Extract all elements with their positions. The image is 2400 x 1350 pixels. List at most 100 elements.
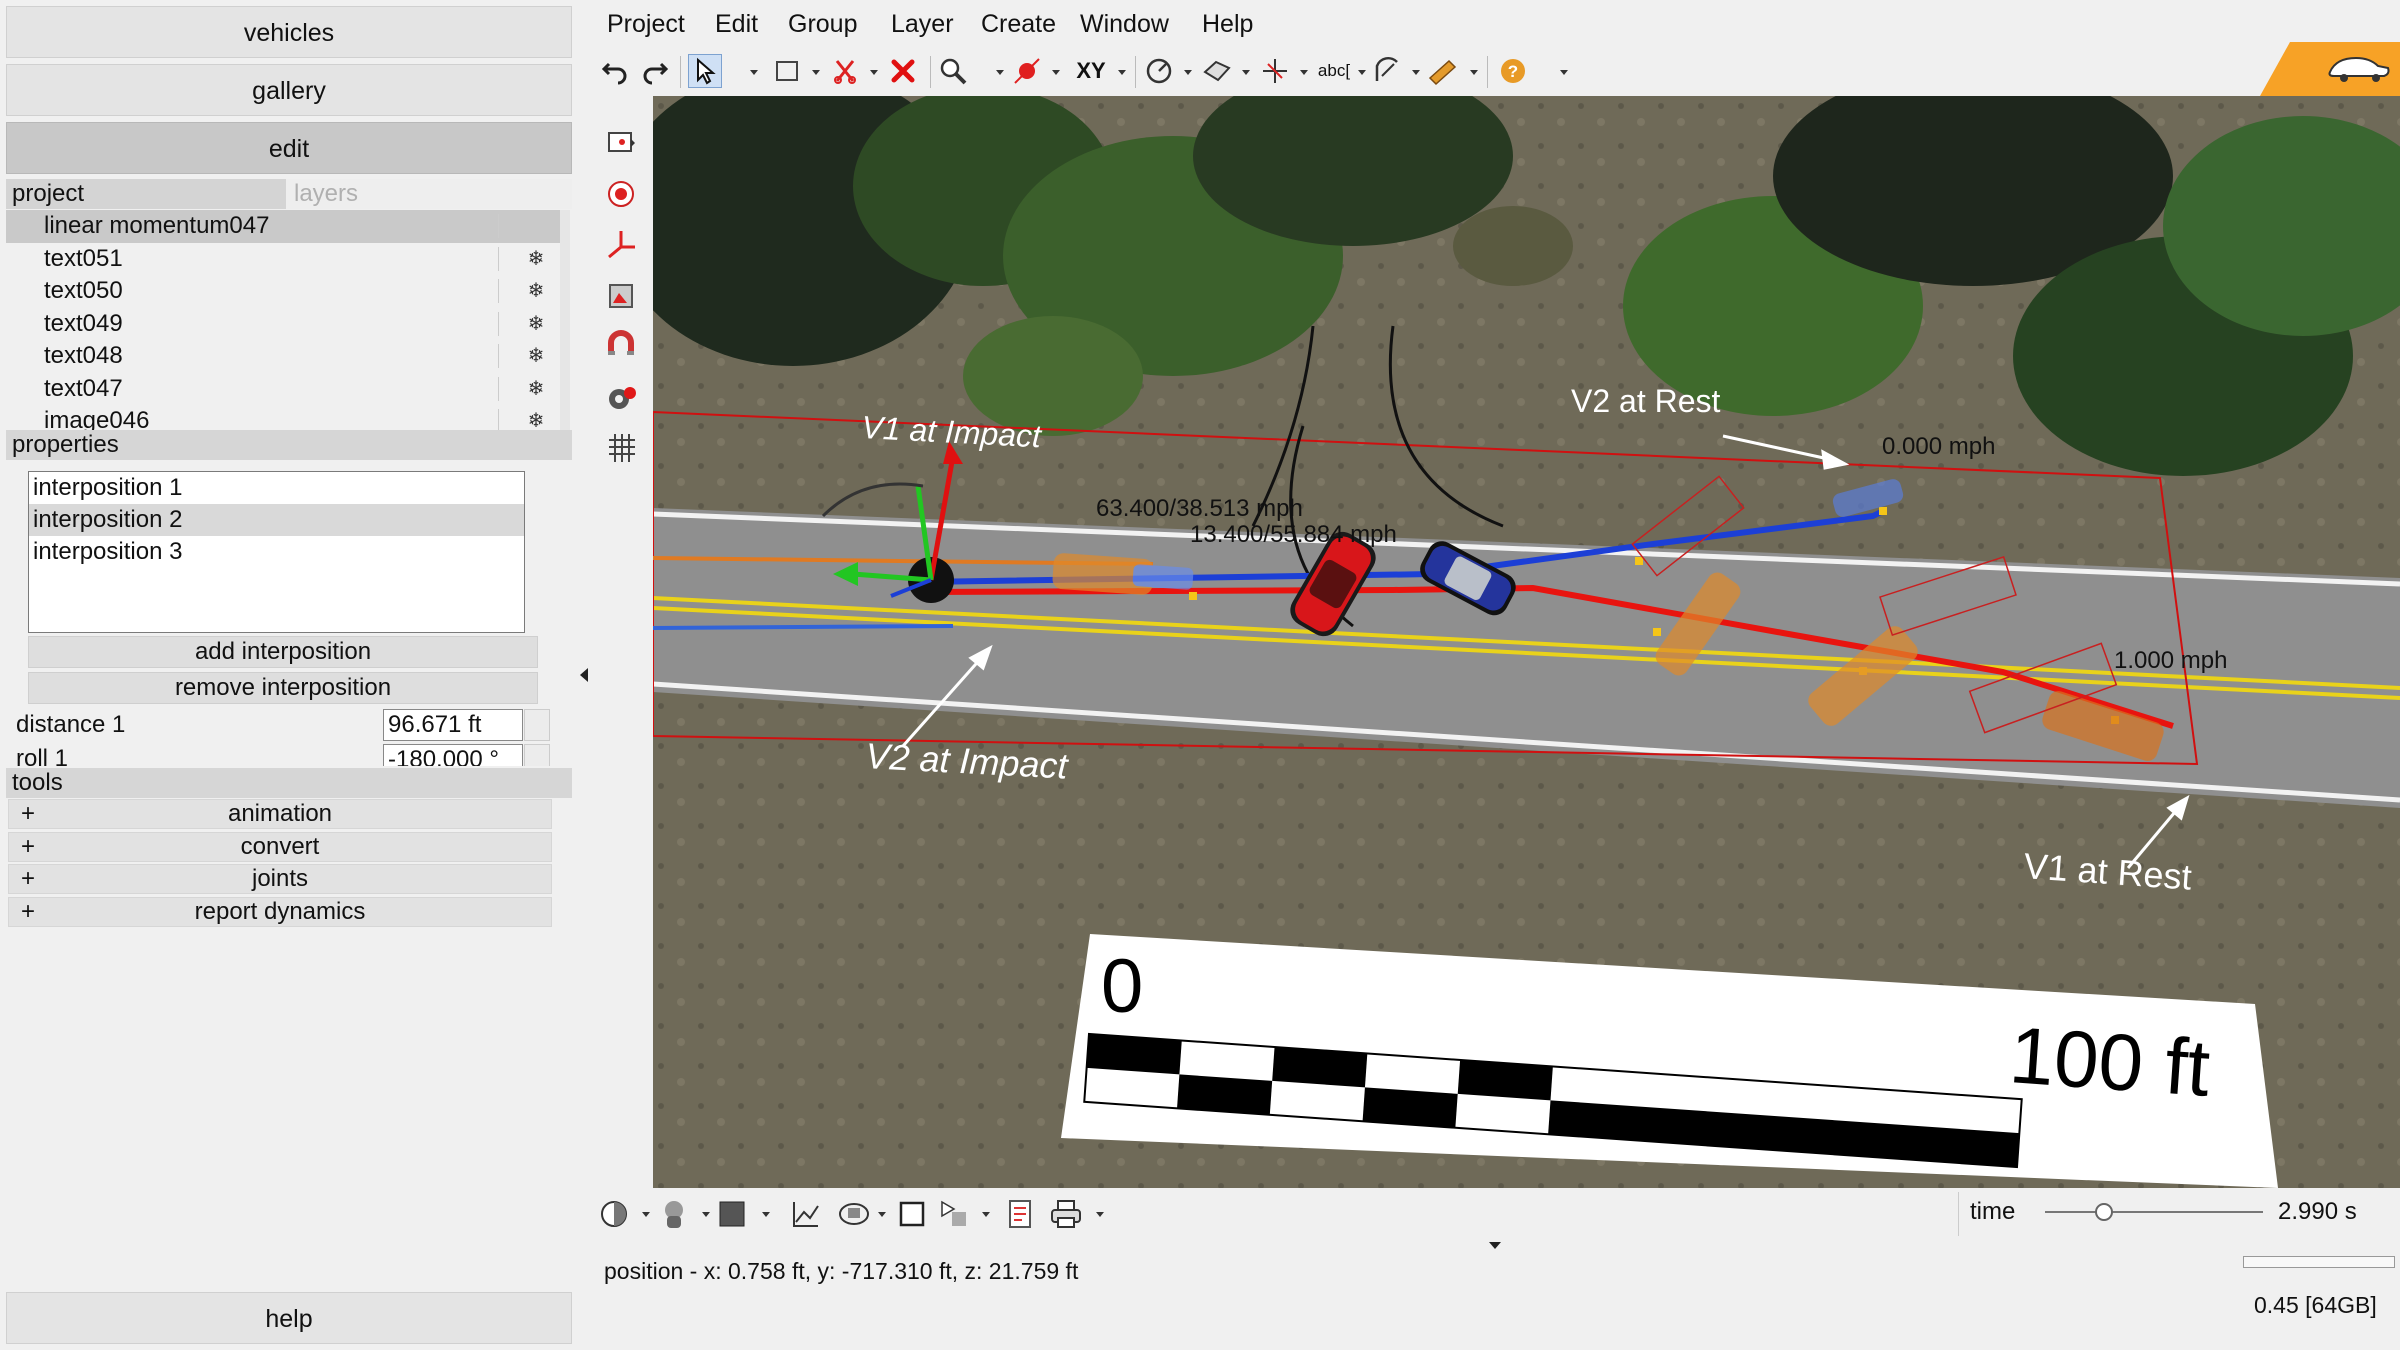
area-shape-icon[interactable]: [1200, 54, 1234, 88]
tree-item-text049[interactable]: text049 ❄: [6, 308, 566, 341]
chevron-down-icon[interactable]: [870, 70, 878, 75]
properties-header[interactable]: properties: [6, 430, 572, 460]
menu-create[interactable]: Create: [981, 10, 1056, 39]
fill-color-icon[interactable]: [714, 1196, 750, 1232]
chevron-down-icon[interactable]: [1489, 1242, 1501, 1249]
expand-icon[interactable]: +: [21, 865, 35, 893]
time-slider-thumb[interactable]: [2094, 1203, 2113, 1221]
magnet-snap-icon[interactable]: [602, 326, 642, 366]
graph-icon[interactable]: [788, 1196, 824, 1232]
chevron-down-icon[interactable]: [750, 70, 758, 75]
chevron-down-icon[interactable]: [812, 70, 820, 75]
select-pointer-icon[interactable]: [688, 54, 722, 88]
tree-item-linear-momentum047[interactable]: linear momentum047: [6, 210, 566, 243]
tree-item-text048[interactable]: text048 ❄: [6, 340, 566, 373]
expand-icon[interactable]: +: [21, 833, 35, 861]
scissors-icon[interactable]: [828, 54, 862, 88]
roll-spinner[interactable]: [524, 744, 550, 766]
tree-item-text047[interactable]: text047 ❄: [6, 373, 566, 406]
axis-gizmo-icon[interactable]: [602, 224, 642, 264]
interposition-item[interactable]: interposition 1: [29, 472, 524, 504]
expand-icon[interactable]: +: [21, 898, 35, 926]
snowflake-icon[interactable]: ❄: [518, 275, 554, 307]
menu-project[interactable]: Project: [607, 10, 685, 39]
image-layer-icon[interactable]: [602, 276, 642, 316]
dimension-icon[interactable]: [1370, 54, 1404, 88]
zoom-icon[interactable]: [936, 54, 970, 88]
tool-report-dynamics[interactable]: + report dynamics: [8, 897, 552, 927]
snowflake-icon[interactable]: ❄: [518, 243, 554, 275]
shading-icon[interactable]: [596, 1196, 632, 1232]
interposition-item[interactable]: interposition 2: [29, 504, 524, 536]
chevron-down-icon[interactable]: [1358, 70, 1366, 75]
edit-button[interactable]: edit: [6, 122, 572, 174]
help-question-icon[interactable]: ?: [1496, 54, 1530, 88]
visibility-flag[interactable]: [498, 376, 516, 401]
menu-edit[interactable]: Edit: [715, 10, 758, 39]
chevron-down-icon[interactable]: [1560, 70, 1568, 75]
menu-window[interactable]: Window: [1080, 10, 1169, 39]
undo-icon[interactable]: [598, 54, 632, 88]
expand-icon[interactable]: +: [21, 800, 35, 828]
tool-joints[interactable]: + joints: [8, 864, 552, 894]
camera-orbit-icon[interactable]: [836, 1196, 872, 1232]
chevron-down-icon[interactable]: [996, 70, 1004, 75]
measure-angle-icon[interactable]: [1142, 54, 1176, 88]
crosshair-icon[interactable]: [1258, 54, 1292, 88]
body-model-icon[interactable]: [656, 1196, 692, 1232]
chevron-down-icon[interactable]: [642, 1212, 650, 1217]
remove-interposition-button[interactable]: remove interposition: [28, 672, 538, 704]
chevron-down-icon[interactable]: [1118, 70, 1126, 75]
interposition-item[interactable]: interposition 3: [29, 536, 524, 568]
delete-icon[interactable]: [886, 54, 920, 88]
vehicles-button[interactable]: vehicles: [6, 6, 572, 58]
scene-viewport[interactable]: V1 at Impact V2 at Rest V2 at Impact V1 …: [653, 96, 2400, 1188]
collapse-left-icon[interactable]: [580, 668, 588, 682]
chevron-down-icon[interactable]: [1300, 70, 1308, 75]
chevron-down-icon[interactable]: [1096, 1212, 1104, 1217]
tree-scrollbar[interactable]: [560, 210, 570, 430]
snowflake-icon[interactable]: ❄: [518, 405, 554, 430]
chevron-down-icon[interactable]: [1052, 70, 1060, 75]
gallery-button[interactable]: gallery: [6, 64, 572, 116]
visibility-flag[interactable]: [498, 409, 516, 430]
visibility-flag[interactable]: [498, 246, 516, 271]
camera-view-icon[interactable]: [602, 122, 642, 162]
visibility-flag[interactable]: [498, 344, 516, 368]
chevron-down-icon[interactable]: [1242, 70, 1250, 75]
chevron-down-icon[interactable]: [762, 1212, 770, 1217]
menu-layer[interactable]: Layer: [891, 10, 954, 39]
tree-item-text051[interactable]: text051 ❄: [6, 243, 566, 276]
tools-header[interactable]: tools: [6, 768, 572, 798]
menu-group[interactable]: Group: [788, 10, 857, 39]
rectangle-select-icon[interactable]: [770, 54, 804, 88]
chevron-down-icon[interactable]: [1412, 70, 1420, 75]
add-interposition-button[interactable]: add interposition: [28, 636, 538, 668]
chevron-down-icon[interactable]: [982, 1212, 990, 1217]
record-target-icon[interactable]: [602, 174, 642, 214]
visibility-flag[interactable]: [498, 214, 516, 238]
chevron-down-icon[interactable]: [878, 1212, 886, 1217]
tab-project[interactable]: project: [6, 179, 286, 209]
tab-layers[interactable]: layers: [286, 179, 572, 209]
report-icon[interactable]: [1002, 1196, 1038, 1232]
redo-icon[interactable]: [638, 54, 672, 88]
distance-spinner[interactable]: [524, 709, 550, 741]
tree-item-text050[interactable]: text050 ❄: [6, 275, 566, 308]
grid-icon[interactable]: [602, 428, 642, 468]
roll-field[interactable]: -180.000 °: [383, 744, 523, 766]
time-slider-track[interactable]: [2045, 1211, 2263, 1213]
settings-gear-icon[interactable]: [602, 378, 642, 418]
menu-help[interactable]: Help: [1202, 10, 1253, 39]
snowflake-icon[interactable]: ❄: [518, 308, 554, 340]
visibility-flag[interactable]: [498, 311, 516, 336]
distance-field[interactable]: 96.671 ft: [383, 709, 523, 741]
chevron-down-icon[interactable]: [1470, 70, 1478, 75]
tool-animation[interactable]: + animation: [8, 799, 552, 829]
tree-item-image046[interactable]: image046 ❄: [6, 405, 566, 430]
visibility-flag[interactable]: [498, 279, 516, 303]
print-icon[interactable]: [1048, 1196, 1084, 1232]
snowflake-icon[interactable]: ❄: [518, 373, 554, 405]
frame-icon[interactable]: [894, 1196, 930, 1232]
tool-convert[interactable]: + convert: [8, 832, 552, 862]
